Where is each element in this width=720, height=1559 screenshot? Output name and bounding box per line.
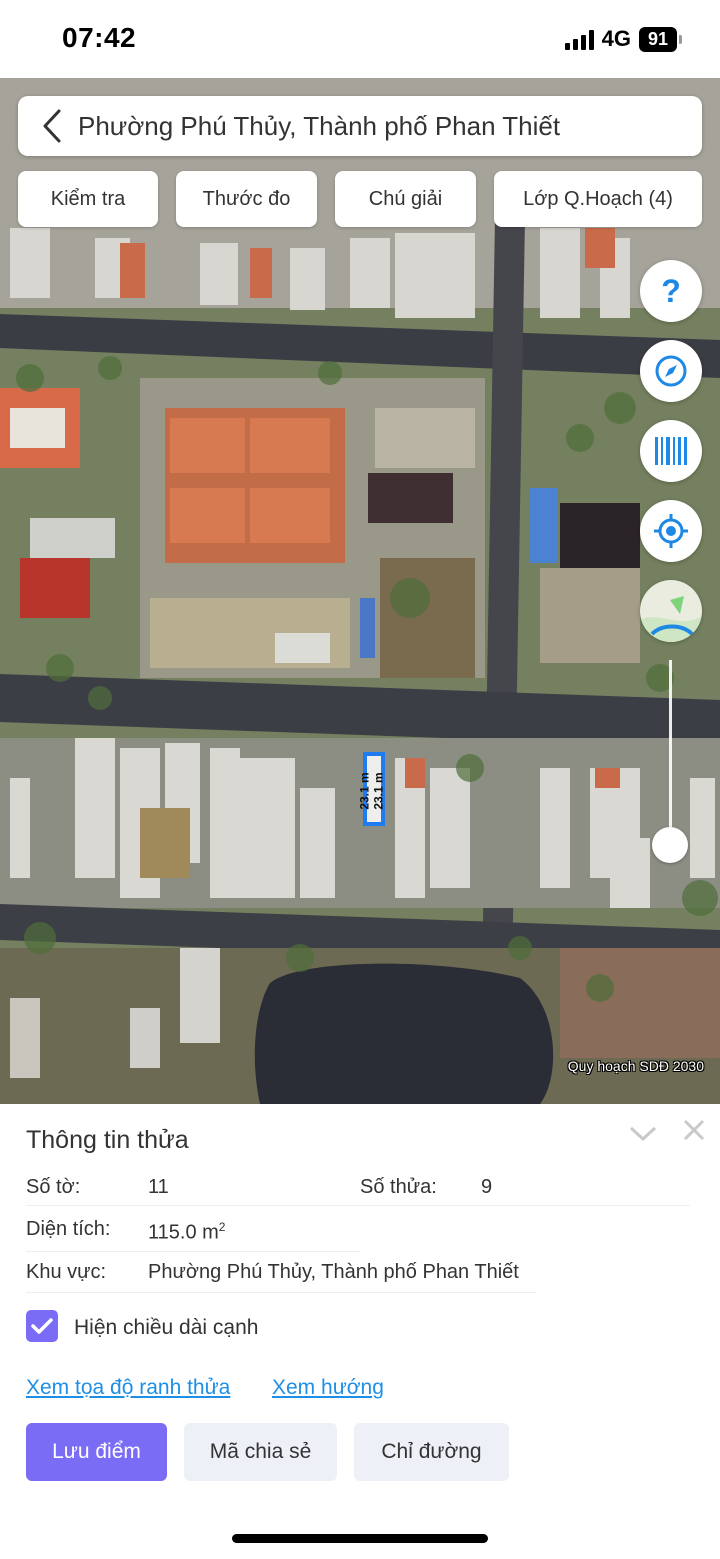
planning-layer-label: Quy hoạch SDĐ 2030	[567, 1058, 704, 1074]
legend-button[interactable]: Chú giải	[335, 171, 476, 227]
view-boundary-coordinates-link[interactable]: Xem tọa độ ranh thửa	[26, 1376, 230, 1400]
show-edge-length-label[interactable]: Hiện chiều dài cạnh	[74, 1316, 258, 1340]
share-code-button[interactable]: Mã chia sẻ	[184, 1423, 337, 1481]
status-bar: 07:42 4G 91	[0, 0, 720, 78]
map-thumbnail-icon	[640, 580, 702, 642]
map-toolbar: Kiểm tra Thước đo Chú giải Lớp Q.Hoạch (…	[18, 171, 704, 227]
divider	[26, 1292, 536, 1293]
plot-edge-length-right: 23.1 m	[371, 772, 386, 810]
barcode-button[interactable]	[640, 420, 702, 482]
back-arrow-icon[interactable]	[26, 96, 78, 156]
save-point-button[interactable]: Lưu điểm	[26, 1423, 167, 1481]
home-indicator	[232, 1534, 488, 1543]
opacity-slider-thumb[interactable]	[652, 827, 688, 863]
signal-icon	[564, 28, 594, 50]
plot-edge-length-left: 23.1 m	[357, 772, 372, 810]
question-mark-icon: ?	[661, 274, 681, 308]
location-bar[interactable]: Phường Phú Thủy, Thành phố Phan Thiết	[18, 96, 702, 156]
satellite-map[interactable]: 23.1 m 23.1 m Quy hoạch SDĐ 2030	[0, 78, 720, 1104]
network-type: 4G	[601, 26, 631, 51]
map-imagery	[0, 78, 720, 1104]
sheet-number-label: Số tờ:	[26, 1176, 81, 1198]
divider	[26, 1251, 360, 1252]
battery-icon: 91	[639, 26, 682, 52]
close-icon[interactable]	[682, 1118, 706, 1142]
show-edge-length-checkbox[interactable]	[26, 1310, 58, 1342]
checkmark-icon	[31, 1318, 53, 1334]
battery-level: 91	[639, 26, 677, 52]
area-value: 115.0 m2	[148, 1220, 226, 1244]
location-title: Phường Phú Thủy, Thành phố Phan Thiết	[78, 110, 561, 141]
region-label: Khu vực:	[26, 1261, 107, 1283]
compass-button[interactable]	[640, 340, 702, 402]
view-direction-link[interactable]: Xem hướng	[272, 1376, 384, 1400]
locate-icon	[654, 514, 688, 548]
barcode-icon	[655, 437, 687, 465]
my-location-button[interactable]	[640, 500, 702, 562]
check-button[interactable]: Kiểm tra	[18, 171, 158, 227]
opacity-slider-track[interactable]	[669, 660, 672, 846]
compass-icon	[655, 355, 687, 387]
chevron-down-icon[interactable]	[628, 1122, 658, 1144]
svg-text:?: ?	[661, 274, 681, 308]
region-value: Phường Phú Thủy, Thành phố Phan Thiết	[148, 1261, 519, 1283]
parcel-info-panel: Thông tin thửa Số tờ: 11 Số thửa: 9 Diện…	[0, 1104, 720, 1559]
parcel-number-value: 9	[481, 1176, 493, 1198]
parcel-number-label: Số thửa:	[360, 1176, 437, 1198]
divider	[26, 1205, 690, 1206]
area-label: Diện tích:	[26, 1218, 111, 1240]
directions-button[interactable]: Chỉ đường	[354, 1423, 509, 1481]
map-type-switch-button[interactable]	[640, 580, 702, 642]
planning-layers-button[interactable]: Lớp Q.Hoạch (4)	[494, 171, 702, 227]
panel-title: Thông tin thửa	[26, 1126, 189, 1154]
status-icons: 4G 91	[564, 26, 682, 52]
help-button[interactable]: ?	[640, 260, 702, 322]
sheet-number-value: 11	[148, 1176, 169, 1198]
status-time: 07:42	[62, 22, 137, 53]
measure-button[interactable]: Thước đo	[176, 171, 317, 227]
